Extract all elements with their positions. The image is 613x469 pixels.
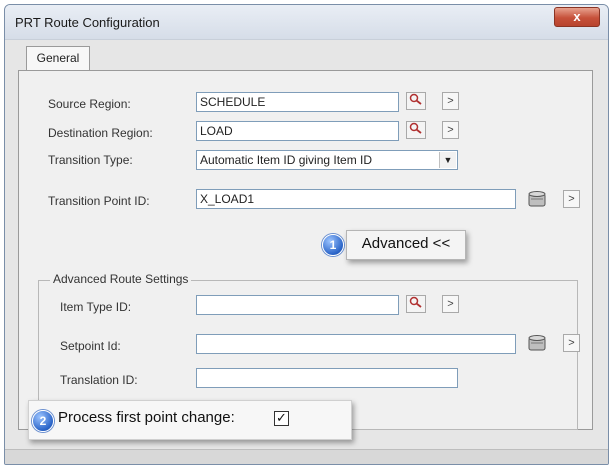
search-icon: [409, 296, 422, 308]
source-region-input[interactable]: SCHEDULE: [196, 92, 399, 112]
destination-region-lookup-button[interactable]: [406, 121, 426, 139]
translation-id-label: Translation ID:: [60, 373, 138, 387]
transition-type-label: Transition Type:: [48, 153, 133, 167]
process-first-point-checkbox[interactable]: ✓: [274, 411, 289, 426]
advanced-toggle-button[interactable]: Advanced <<: [346, 230, 466, 260]
transition-point-id-input[interactable]: X_LOAD1: [196, 189, 516, 209]
transition-point-id-label: Transition Point ID:: [48, 194, 150, 208]
check-icon: ✓: [276, 410, 287, 425]
title-bar: PRT Route Configuration x: [5, 5, 608, 40]
search-icon: [409, 122, 422, 134]
setpoint-id-label: Setpoint Id:: [60, 339, 121, 353]
close-button[interactable]: x: [554, 7, 600, 27]
transition-point-browse-button[interactable]: [527, 190, 547, 208]
transition-type-select[interactable]: Automatic Item ID giving Item ID ▼: [196, 150, 458, 170]
database-icon: [528, 335, 546, 351]
setpoint-id-input[interactable]: [196, 334, 516, 354]
tab-general[interactable]: General: [26, 46, 90, 70]
chevron-down-icon: ▼: [439, 152, 456, 168]
callout-badge-2: 2: [32, 410, 54, 432]
source-region-label: Source Region:: [48, 97, 131, 111]
close-icon: x: [573, 9, 581, 24]
destination-region-input[interactable]: LOAD: [196, 121, 399, 141]
callout-badge-1: 1: [322, 234, 344, 256]
item-type-id-lookup-button[interactable]: [406, 295, 426, 313]
setpoint-navigate-button[interactable]: >: [563, 334, 580, 352]
process-first-point-label: Process first point change:: [58, 409, 235, 426]
transition-type-value: Automatic Item ID giving Item ID: [200, 153, 373, 167]
item-type-id-input[interactable]: [196, 295, 399, 315]
database-icon: [528, 191, 546, 207]
advanced-route-settings-label: Advanced Route Settings: [50, 272, 192, 286]
source-region-navigate-button[interactable]: >: [442, 92, 459, 110]
search-icon: [409, 93, 422, 105]
setpoint-browse-button[interactable]: [527, 334, 547, 352]
bottom-bar: [5, 449, 608, 464]
destination-region-label: Destination Region:: [48, 126, 153, 140]
transition-point-navigate-button[interactable]: >: [563, 190, 580, 208]
item-type-id-label: Item Type ID:: [60, 300, 132, 314]
item-type-id-navigate-button[interactable]: >: [442, 295, 459, 313]
window-title: PRT Route Configuration: [15, 15, 160, 30]
translation-id-input[interactable]: [196, 368, 458, 388]
destination-region-navigate-button[interactable]: >: [442, 121, 459, 139]
source-region-lookup-button[interactable]: [406, 92, 426, 110]
